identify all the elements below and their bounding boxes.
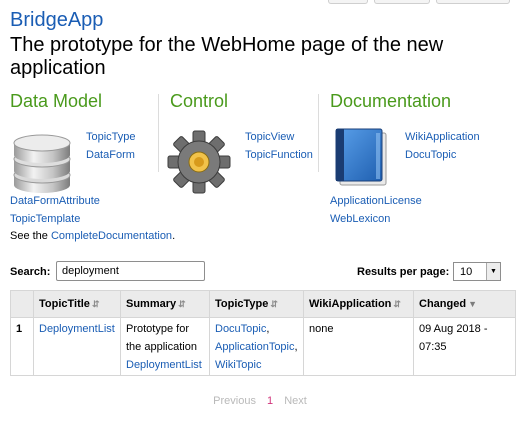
col-header-wiki-application[interactable]: WikiApplication ⇵ (303, 290, 414, 318)
header-label: Changed (419, 298, 467, 310)
link-data-form[interactable]: DataForm (86, 149, 135, 161)
summary-text-line: the application (126, 341, 197, 353)
table-header-row: TopicTitle ⇵ Summary ⇵ TopicType ⇵ WikiAppl… (10, 290, 516, 318)
col-header-topic-title[interactable]: TopicTitle ⇵ (33, 290, 121, 318)
link-complete-documentation[interactable]: CompleteDocumentation (51, 230, 172, 242)
results-table: TopicTitle ⇵ Summary ⇵ TopicType ⇵ WikiAppl… (10, 290, 516, 376)
summary-link[interactable]: DeploymentList (126, 359, 202, 371)
wiki-application-value: none (309, 323, 334, 335)
row-index: 1 (16, 323, 23, 335)
sort-desc-icon: ▼ (468, 299, 477, 309)
header-label: TopicTitle (39, 298, 90, 310)
col-header-index (10, 290, 34, 318)
col-header-changed[interactable]: Changed ▼ (413, 290, 516, 318)
section-control: Control TopicView TopicFunction (167, 91, 320, 251)
sort-icon: ⇵ (178, 299, 186, 309)
topic-type-link-application-topic[interactable]: ApplicationTopic (215, 341, 295, 353)
link-data-form-attribute[interactable]: DataFormAttribute (10, 195, 100, 207)
see-suffix: . (172, 230, 176, 242)
gear-icon (166, 129, 232, 200)
table-row: 1 DeploymentList Prototype for the appli… (10, 317, 516, 376)
topic-title-link[interactable]: DeploymentList (39, 323, 115, 335)
pager-current-page[interactable]: 1 (267, 395, 273, 407)
link-topic-type[interactable]: TopicType (86, 131, 136, 143)
pager-previous[interactable]: Previous (213, 395, 256, 407)
topic-type-link-wiki-topic[interactable]: WikiTopic (215, 359, 261, 371)
header-label: WikiApplication (309, 298, 392, 310)
book-icon (332, 127, 392, 194)
section-title-documentation: Documentation (330, 91, 452, 111)
results-per-page-select[interactable]: 10 ▼ (453, 262, 501, 281)
link-docu-topic[interactable]: DocuTopic (405, 149, 456, 161)
header-label: TopicType (215, 298, 269, 310)
link-topic-template[interactable]: TopicTemplate (10, 213, 80, 225)
link-topic-function[interactable]: TopicFunction (245, 149, 313, 161)
changed-value: 09 Aug 2018 - 07:35 (419, 323, 488, 353)
see-documentation-line: See the CompleteDocumentation. (10, 230, 175, 242)
results-per-page-value: 10 (460, 266, 473, 278)
chevron-down-icon[interactable]: ▼ (486, 263, 500, 280)
section-title-data-model: Data Model (10, 91, 103, 111)
summary-text-line: Prototype for (126, 323, 189, 335)
app-name-link[interactable]: BridgeApp (10, 9, 103, 32)
section-data-model: Data Model TopicType DataForm DataFormAt… (10, 91, 155, 251)
database-icon (10, 131, 74, 200)
see-prefix: See the (10, 230, 48, 242)
toolbar-button-2[interactable] (374, 0, 430, 4)
section-documentation: Documentation WikiApplication DocuTopic … (330, 91, 510, 251)
sort-icon: ⇵ (270, 299, 278, 309)
column-divider (158, 94, 159, 172)
toolbar-button-1[interactable] (328, 0, 368, 4)
col-header-topic-type[interactable]: TopicType ⇵ (209, 290, 304, 318)
sort-icon: ⇵ (393, 299, 401, 309)
search-label: Search: (10, 266, 51, 278)
app-description: The prototype for the WebHome page of th… (10, 34, 444, 79)
pagination: Previous 1 Next (0, 395, 520, 407)
pager-next[interactable]: Next (284, 395, 307, 407)
section-title-control: Control (170, 91, 229, 111)
toolbar-button-3[interactable] (436, 0, 510, 4)
search-input[interactable] (56, 261, 205, 281)
link-application-license[interactable]: ApplicationLicense (330, 195, 422, 207)
top-toolbar (328, 0, 510, 4)
link-web-lexicon[interactable]: WebLexicon (330, 213, 390, 225)
results-per-page-label: Results per page: (357, 266, 450, 278)
link-topic-view[interactable]: TopicView (245, 131, 294, 143)
type-separator: , (266, 323, 270, 335)
type-separator: , (294, 341, 298, 353)
sort-icon: ⇵ (91, 299, 100, 309)
topic-type-link-docu-topic[interactable]: DocuTopic (215, 323, 266, 335)
column-divider (318, 94, 319, 172)
col-header-summary[interactable]: Summary ⇵ (120, 290, 210, 318)
link-wiki-application[interactable]: WikiApplication (405, 131, 480, 143)
header-label: Summary (126, 298, 177, 310)
